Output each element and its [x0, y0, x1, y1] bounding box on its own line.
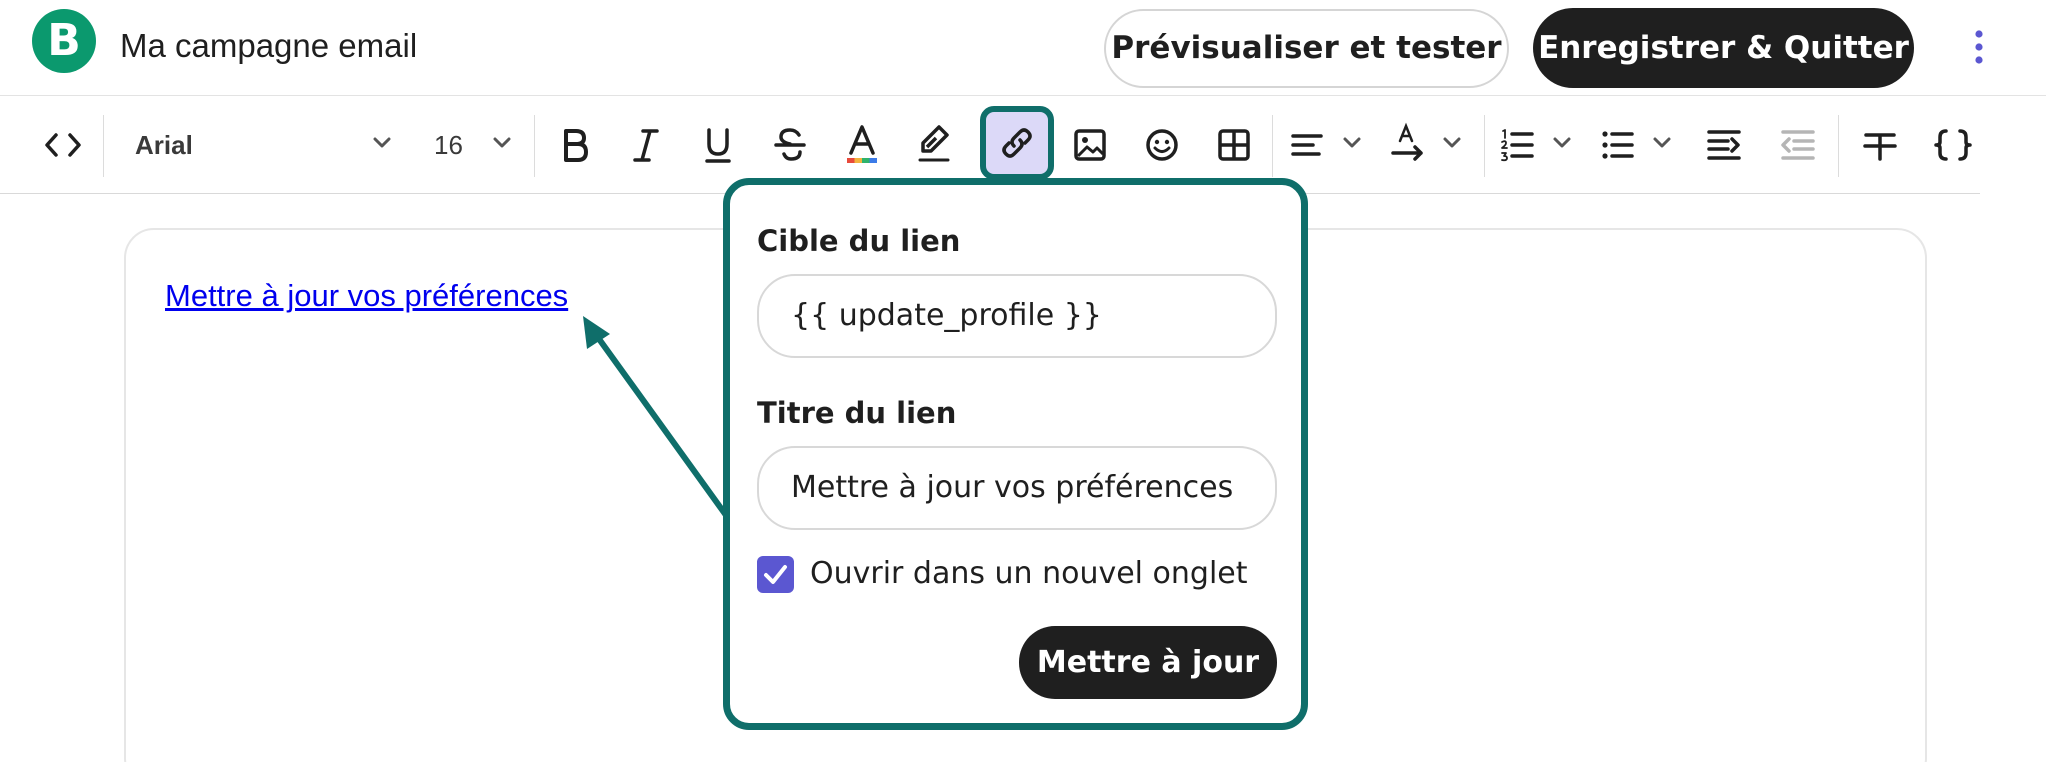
font-family-chevron-down-icon[interactable]: [370, 133, 394, 158]
table-icon[interactable]: [1214, 125, 1254, 170]
checkmark-icon: [764, 565, 787, 584]
text-direction-icon[interactable]: [1388, 121, 1428, 172]
clear-formatting-icon[interactable]: [1860, 125, 1900, 170]
code-view-icon[interactable]: [42, 127, 84, 168]
brevo-logo[interactable]: B: [32, 9, 96, 73]
numbered-list-chevron-down-icon[interactable]: [1550, 133, 1574, 158]
save-and-quit-button[interactable]: Enregistrer & Quitter: [1533, 8, 1914, 88]
indent-icon[interactable]: [1704, 125, 1744, 170]
open-new-tab-label[interactable]: Ouvrir dans un nouvel onglet: [810, 556, 1248, 591]
toolbar-divider: [1484, 115, 1485, 177]
campaign-title[interactable]: Ma campagne email: [120, 27, 417, 65]
link-title-label: Titre du lien: [757, 396, 957, 430]
highlight-icon[interactable]: [916, 121, 952, 172]
open-new-tab-checkbox[interactable]: [757, 556, 794, 593]
emoji-icon[interactable]: [1142, 125, 1182, 170]
italic-icon[interactable]: [628, 123, 664, 172]
strikethrough-icon[interactable]: [772, 123, 808, 172]
link-target-input[interactable]: {{ update_profile }}: [757, 274, 1277, 358]
link-icon: [1002, 128, 1032, 158]
update-preferences-link[interactable]: Mettre à jour vos préférences: [165, 278, 568, 314]
insert-link-button[interactable]: [980, 106, 1054, 180]
variables-icon[interactable]: [1932, 125, 1974, 170]
font-size-chevron-down-icon[interactable]: [490, 133, 514, 158]
text-direction-chevron-down-icon[interactable]: [1440, 133, 1464, 158]
link-settings-popover: Cible du lien {{ update_profile }} Titre…: [723, 178, 1308, 730]
bold-icon[interactable]: [556, 123, 592, 172]
underline-icon[interactable]: [700, 123, 736, 172]
outdent-icon[interactable]: [1778, 125, 1818, 170]
toolbar-divider: [103, 115, 104, 177]
font-family-select[interactable]: Arial: [135, 130, 193, 161]
font-size-select[interactable]: 16: [434, 130, 463, 161]
bullet-list-chevron-down-icon[interactable]: [1650, 133, 1674, 158]
image-icon[interactable]: [1070, 125, 1110, 170]
align-left-icon[interactable]: [1288, 127, 1326, 168]
toolbar-divider: [1838, 115, 1839, 177]
more-options-icon[interactable]: [1962, 22, 1996, 72]
top-header: B Ma campagne email Prévisualiser et tes…: [0, 0, 2046, 96]
preview-and-test-button[interactable]: Prévisualiser et tester: [1104, 9, 1509, 88]
numbered-list-icon[interactable]: [1498, 125, 1538, 170]
link-title-input[interactable]: Mettre à jour vos préférences: [757, 446, 1277, 530]
bullet-list-icon[interactable]: [1598, 125, 1638, 170]
text-color-icon[interactable]: [844, 121, 880, 172]
update-link-button[interactable]: Mettre à jour: [1019, 626, 1277, 699]
link-target-label: Cible du lien: [757, 224, 961, 258]
align-chevron-down-icon[interactable]: [1340, 133, 1364, 158]
toolbar-divider: [1272, 115, 1273, 177]
toolbar-divider: [534, 115, 535, 177]
